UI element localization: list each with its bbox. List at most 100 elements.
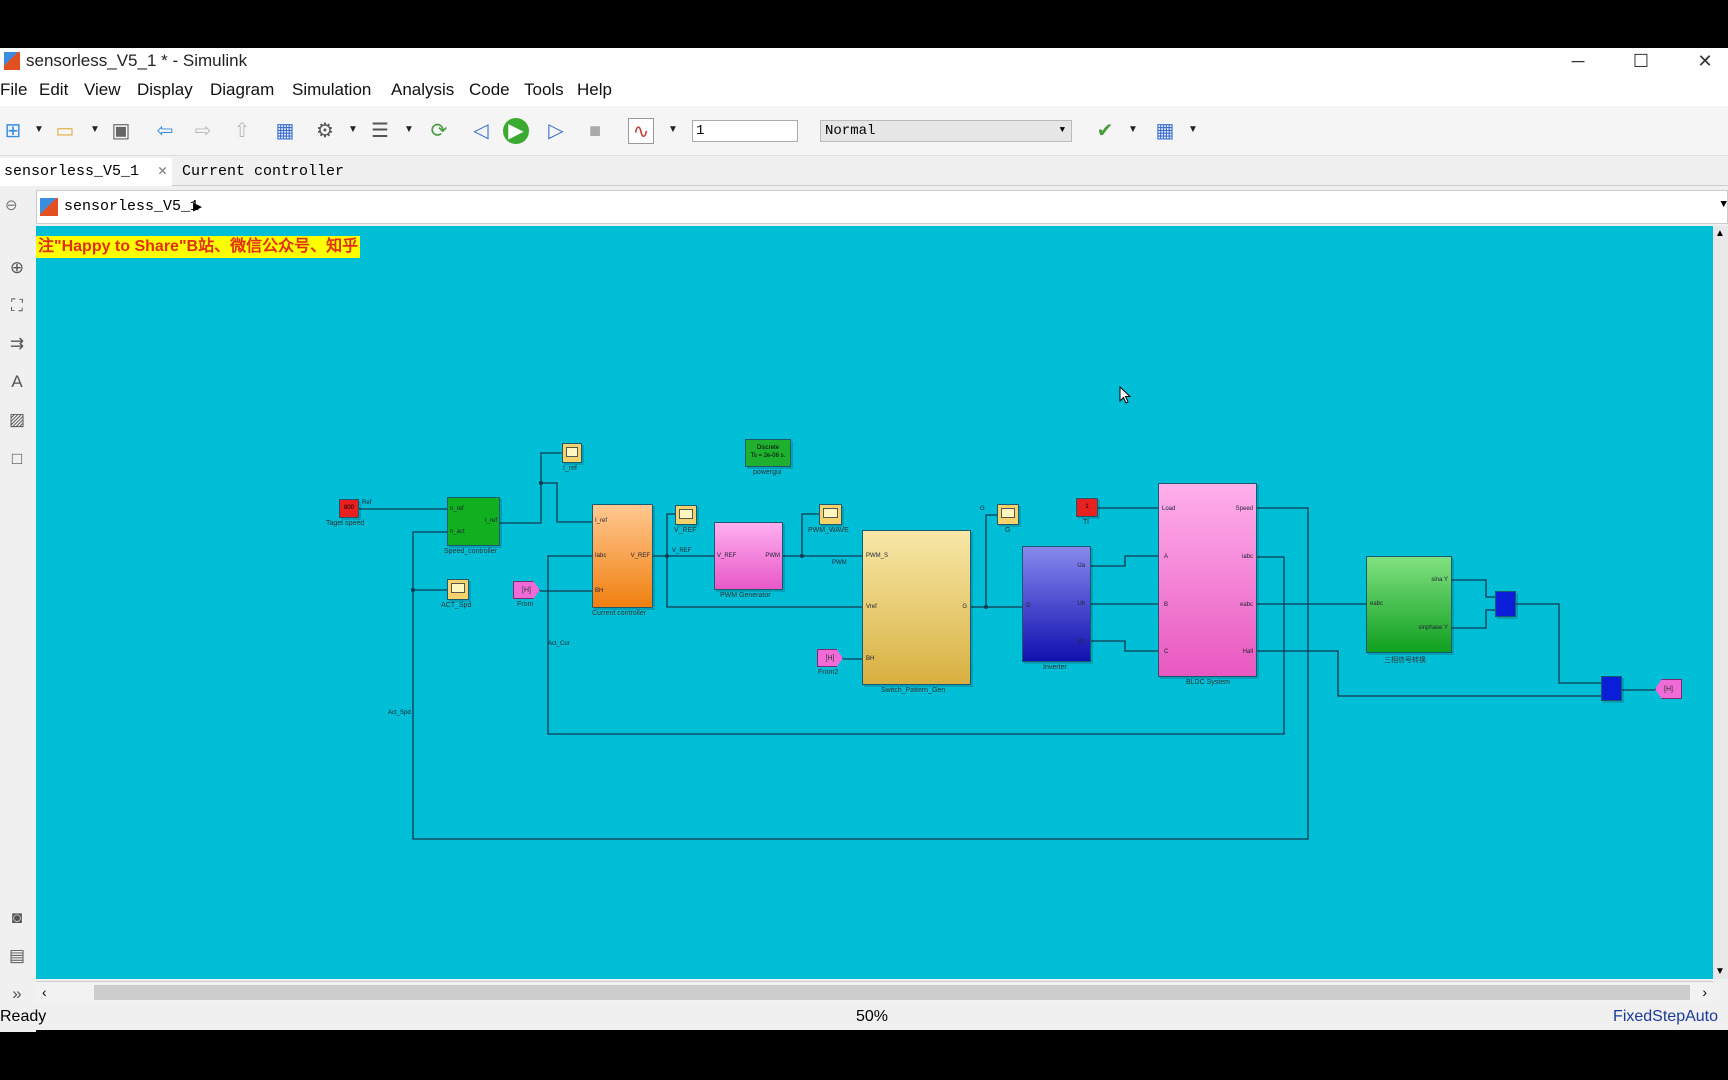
- menu-display[interactable]: Display: [137, 80, 193, 100]
- zoom-level: 50%: [856, 1008, 889, 1025]
- forward-arrow-icon[interactable]: ⇨: [190, 118, 216, 144]
- signal-label: Act_Cur: [548, 641, 570, 647]
- block-label: Switch_Pattern_Gen: [881, 687, 946, 694]
- scope-icon[interactable]: ∿: [628, 118, 654, 144]
- model-explorer-icon[interactable]: ☰: [367, 118, 393, 144]
- i-ref-scope[interactable]: [562, 443, 582, 463]
- diagram-canvas[interactable]: 注"Happy to Share"B站、微信公众号、知乎 Ref V_REF P…: [36, 226, 1713, 979]
- simulation-mode-select[interactable]: Normal ▼: [820, 120, 1072, 142]
- menu-view[interactable]: View: [84, 80, 121, 100]
- bldc-system-block[interactable]: Load A B C Speed iabc eabc Hall: [1158, 483, 1257, 677]
- menu-simulation[interactable]: Simulation: [292, 80, 371, 100]
- open-folder-icon[interactable]: ▭: [52, 118, 78, 144]
- image-icon[interactable]: ▨: [4, 410, 30, 434]
- mux-block[interactable]: [1495, 591, 1516, 617]
- status-text: Ready: [0, 1008, 47, 1025]
- menu-edit[interactable]: Edit: [39, 80, 68, 100]
- inverter-block[interactable]: G Ua Ub Uc: [1022, 546, 1091, 662]
- breadcrumb-arrow-icon[interactable]: ▶: [193, 197, 202, 216]
- area-icon[interactable]: □: [4, 449, 30, 473]
- pwm-generator-block[interactable]: V_REF PWM: [714, 522, 783, 590]
- library-browser-icon[interactable]: ▦: [272, 118, 298, 144]
- powergui-block[interactable]: Discrete Ts = 2e-06 s.: [745, 439, 791, 467]
- menu-code[interactable]: Code: [469, 80, 510, 100]
- title-bar: sensorless_V5_1 * - Simulink ─ ☐ ✕: [0, 48, 1728, 76]
- act-spd-scope[interactable]: [447, 579, 469, 600]
- pwm-wave-scope[interactable]: [819, 504, 842, 525]
- breadcrumb-model[interactable]: sensorless_V5_1: [64, 198, 199, 215]
- solver-link[interactable]: FixedStepAuto: [1613, 1008, 1718, 1026]
- port-label: Iabc: [595, 553, 607, 559]
- vertical-scrollbar[interactable]: ▲ ▼: [1713, 226, 1728, 979]
- port-label: Ua: [1077, 563, 1085, 569]
- check-icon[interactable]: ✔: [1092, 118, 1118, 144]
- step-back-icon[interactable]: ◁: [468, 118, 494, 144]
- gear-icon[interactable]: ⚙: [312, 118, 338, 144]
- block-label: V_REF: [674, 527, 697, 534]
- target-speed-block[interactable]: 800: [339, 499, 359, 518]
- chevron-down-icon: ▼: [1059, 125, 1065, 135]
- block-label: PWM_WAVE: [808, 527, 849, 534]
- switch-pattern-gen-block[interactable]: PWM_S Vref BH G: [862, 530, 971, 685]
- menu-file[interactable]: File: [0, 80, 27, 100]
- model-browser-icon[interactable]: ▤: [4, 946, 30, 970]
- current-controller-block[interactable]: I_ref Iabc BH V_REF: [592, 504, 653, 608]
- scroll-up-icon[interactable]: ▲: [1715, 228, 1725, 239]
- close-icon[interactable]: ✕: [158, 163, 167, 180]
- menu-analysis[interactable]: Analysis: [391, 80, 454, 100]
- tab-current-controller[interactable]: Current controller ✕: [178, 158, 370, 208]
- menu-diagram[interactable]: Diagram: [210, 80, 274, 100]
- run-icon[interactable]: ▶: [503, 118, 529, 144]
- fit-view-icon[interactable]: ⛶: [4, 296, 30, 320]
- stop-icon[interactable]: ■: [582, 118, 608, 144]
- horizontal-scrollbar[interactable]: ‹ ›: [36, 981, 1713, 1003]
- stop-time-input[interactable]: [692, 120, 798, 142]
- mux-block-2[interactable]: [1601, 676, 1622, 701]
- refresh-icon[interactable]: ⟳: [426, 118, 452, 144]
- tab-sensorless[interactable]: sensorless_V5_1 ✕: [0, 158, 172, 186]
- block-label: Speed_controller: [444, 548, 497, 555]
- up-arrow-icon[interactable]: ⇧: [229, 118, 255, 144]
- zoom-icon[interactable]: ⊕: [4, 258, 30, 282]
- back-arrow-icon[interactable]: ⇦: [152, 118, 178, 144]
- save-icon[interactable]: ▣: [108, 118, 134, 144]
- maximize-button[interactable]: ☐: [1618, 48, 1664, 76]
- scroll-right-icon[interactable]: ›: [1702, 984, 1707, 1000]
- new-model-icon[interactable]: ⊞: [0, 118, 26, 144]
- port-label: Vref: [866, 604, 877, 610]
- close-button[interactable]: ✕: [1682, 48, 1728, 76]
- scroll-left-icon[interactable]: ‹: [42, 984, 47, 1000]
- annotation-icon[interactable]: A: [4, 372, 30, 396]
- signal-label: PWM: [832, 560, 847, 566]
- speed-controller-block[interactable]: n_ref n_act I_ref: [447, 497, 500, 546]
- minimize-button[interactable]: ─: [1555, 48, 1601, 76]
- simulink-logo-icon: [4, 52, 20, 70]
- camera-icon[interactable]: ◙: [4, 908, 30, 932]
- signal-converter-block[interactable]: eabc sina Y sinphase Y: [1366, 556, 1452, 653]
- tab-bar: sensorless_V5_1 ✕ Current controller ✕: [0, 158, 1728, 208]
- g-scope[interactable]: [997, 504, 1019, 525]
- port-label: G: [1026, 603, 1031, 609]
- scrollbar-thumb[interactable]: [94, 985, 1690, 1000]
- window-title: sensorless_V5_1 * - Simulink: [26, 51, 248, 70]
- back-nav-icon[interactable]: ⊖: [5, 196, 18, 214]
- port-label: Uc: [1077, 639, 1085, 645]
- block-label: From: [517, 601, 534, 608]
- hardware-icon[interactable]: ▦: [1152, 118, 1178, 144]
- menu-tools[interactable]: Tools: [524, 80, 564, 100]
- arrows-icon[interactable]: ⇉: [4, 334, 30, 358]
- step-forward-icon[interactable]: ▷: [543, 118, 569, 144]
- port-label: Speed: [1235, 506, 1253, 512]
- block-label: Tl: [1083, 519, 1089, 526]
- v-ref-scope[interactable]: [675, 505, 697, 525]
- menu-help[interactable]: Help: [577, 80, 612, 100]
- port-label: Ub: [1077, 601, 1085, 607]
- port-label: BH: [595, 588, 604, 594]
- port-label: V_REF: [717, 553, 737, 559]
- status-bar: Ready 50% FixedStepAuto: [0, 1005, 1728, 1030]
- signal-label: V_REF: [672, 548, 692, 554]
- signal-label: Act_Spd: [388, 710, 411, 716]
- breadcrumb-dropdown-icon[interactable]: ▼: [1720, 199, 1727, 211]
- scroll-down-icon[interactable]: ▼: [1715, 966, 1725, 977]
- tl-block[interactable]: 1: [1076, 498, 1098, 517]
